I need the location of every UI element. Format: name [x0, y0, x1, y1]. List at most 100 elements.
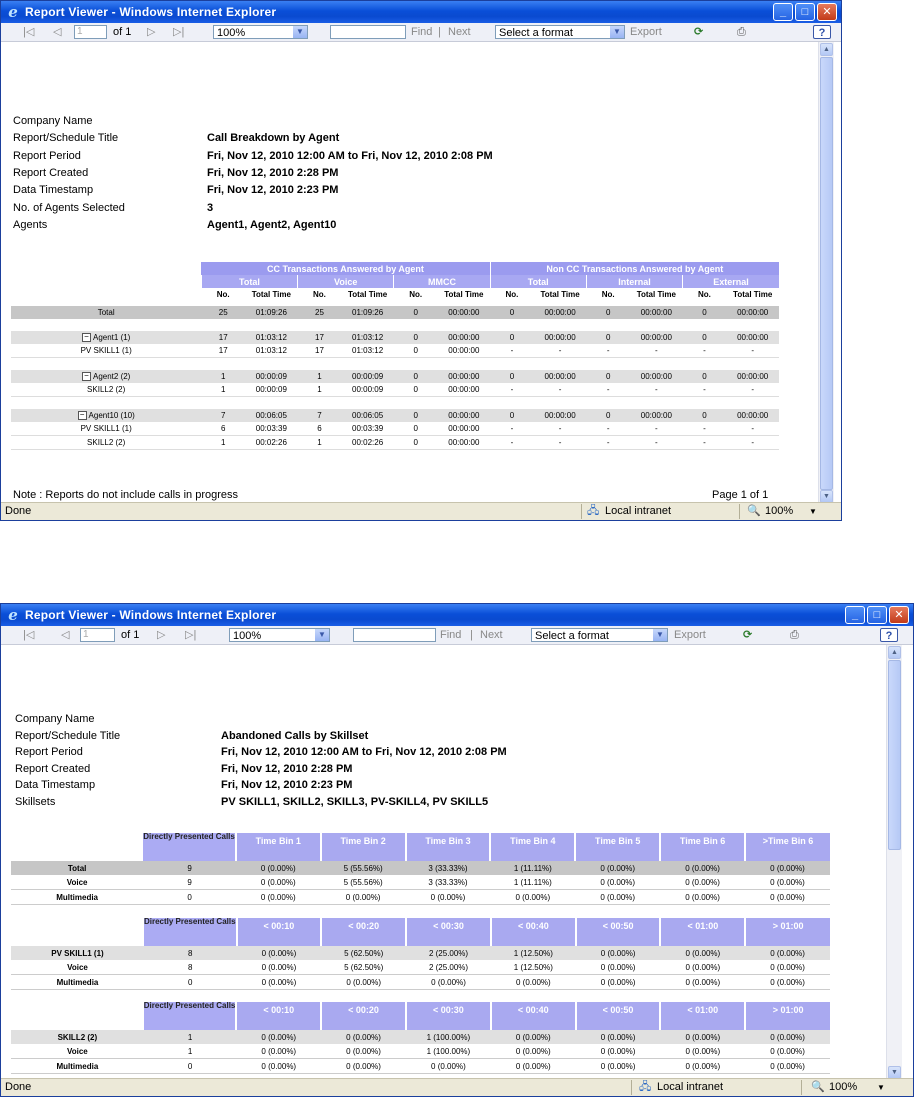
minimize-button[interactable]: _	[773, 3, 793, 21]
vertical-scrollbar[interactable]: ▲ ▼	[818, 42, 834, 504]
table-cell: 0 (0.00%)	[575, 889, 661, 905]
table-cell: 01:03:12	[341, 331, 394, 344]
report-toolbar: |◁ ◁ of 1 ▷ ▷| 100%▼ Find | Next Select …	[1, 626, 913, 645]
page-number-input[interactable]	[80, 628, 115, 642]
collapse-icon[interactable]: −	[81, 333, 91, 343]
table-cell: 00:00:09	[341, 370, 394, 383]
help-icon[interactable]: ?	[880, 628, 898, 642]
column-header: Total Time	[733, 290, 773, 299]
table-cell: 0 (0.00%)	[660, 1044, 746, 1059]
export-format-select[interactable]: Select a format ▼	[531, 628, 668, 642]
table-cell: 0	[393, 370, 438, 383]
row-label[interactable]: − Agent1 (1)	[11, 331, 202, 344]
next-link[interactable]: Next	[448, 25, 471, 39]
prev-page-icon[interactable]: ◁	[61, 628, 69, 642]
group-header-non-cc: Non CC Transactions Answered by Agent	[489, 262, 779, 275]
next-link[interactable]: Next	[480, 628, 503, 642]
first-page-icon[interactable]: |◁	[23, 628, 34, 642]
table-cell: 00:00:00	[437, 370, 491, 383]
close-button[interactable]: ✕	[817, 3, 837, 21]
table-cell: 0	[393, 422, 438, 436]
table-cell: 0 (0.00%)	[745, 889, 830, 905]
help-icon[interactable]: ?	[813, 25, 831, 39]
scroll-up-icon[interactable]: ▲	[820, 43, 833, 56]
zoom-icon[interactable]: 🔍	[747, 503, 761, 520]
bin-header: Time Bin 4	[489, 833, 576, 861]
table-cell: 0 (0.00%)	[490, 974, 576, 990]
print-icon[interactable]: ⎙	[790, 628, 799, 642]
export-format-select[interactable]: Select a format ▼	[495, 25, 625, 39]
table-cell: -	[630, 344, 683, 358]
scroll-thumb[interactable]	[820, 57, 833, 490]
row-label[interactable]: − Agent2 (2)	[11, 370, 202, 383]
table-cell: 0 (0.00%)	[660, 1030, 746, 1044]
table-cell: 00:00:00	[437, 331, 491, 344]
next-page-icon[interactable]: ▷	[147, 25, 155, 39]
report-viewer-window-1: e Report Viewer - Windows Internet Explo…	[0, 0, 842, 521]
table-cell: -	[682, 344, 727, 358]
bin-header: Time Bin 2	[319, 833, 406, 861]
row-label: PV SKILL1 (1)	[11, 946, 144, 960]
status-text: Done	[5, 505, 32, 517]
close-button[interactable]: ✕	[889, 606, 909, 624]
dp-cell: 0	[143, 1058, 237, 1074]
table-row: Multimedia 0 0 (0.00%) 0 (0.00%) 0 (0.00%) 0 …	[11, 974, 830, 990]
table-cell: 00:00:00	[533, 306, 587, 319]
export-link[interactable]: Export	[674, 628, 706, 642]
vertical-scrollbar[interactable]: ▲ ▼	[886, 645, 902, 1080]
scroll-thumb[interactable]	[888, 660, 901, 850]
table-cell: 0 (0.00%)	[575, 1044, 661, 1059]
maximize-button[interactable]: □	[795, 3, 815, 21]
prev-page-icon[interactable]: ◁	[53, 25, 61, 39]
find-link[interactable]: Find	[440, 628, 461, 642]
zoom-select[interactable]: 100% ▼	[213, 25, 308, 39]
last-page-icon[interactable]: ▷|	[185, 628, 196, 642]
find-link[interactable]: Find	[411, 25, 432, 39]
table-cell: 0 (0.00%)	[490, 1044, 576, 1059]
table-cell: 17	[201, 344, 246, 358]
dp-cell: 8	[143, 946, 237, 960]
security-zone: Local intranet	[605, 505, 672, 517]
collapse-icon[interactable]: −	[77, 411, 87, 421]
collapse-icon[interactable]: −	[81, 372, 91, 382]
table-cell: 0 (0.00%)	[660, 861, 745, 875]
table-cell: 0	[393, 344, 438, 358]
minimize-button[interactable]: _	[845, 606, 865, 624]
chevron-down-icon[interactable]: ▼	[809, 503, 817, 520]
maximize-button[interactable]: □	[867, 606, 887, 624]
next-page-icon[interactable]: ▷	[157, 628, 165, 642]
table-cell: 0 (0.00%)	[490, 1030, 576, 1044]
directly-presented-header: Directly Presented Calls	[143, 1002, 237, 1030]
export-link[interactable]: Export	[630, 25, 662, 39]
table-cell: 0 (0.00%)	[660, 946, 746, 960]
table-cell: 00:00:09	[245, 370, 298, 383]
status-zoom[interactable]: 100%	[829, 1079, 857, 1096]
title-bar[interactable]: e Report Viewer - Windows Internet Explo…	[1, 604, 913, 626]
zoom-icon[interactable]: 🔍	[811, 1079, 825, 1096]
sub-header: Internal	[585, 275, 683, 288]
table-cell: 00:02:26	[245, 435, 298, 450]
find-input[interactable]	[353, 628, 436, 642]
chevron-down-icon[interactable]: ▼	[877, 1079, 885, 1096]
status-zoom[interactable]: 100%	[765, 503, 793, 520]
first-page-icon[interactable]: |◁	[23, 25, 34, 39]
table-cell: 0 (0.00%)	[236, 974, 322, 990]
zoom-select[interactable]: 100% ▼	[229, 628, 330, 642]
refresh-icon[interactable]: ⟳	[743, 628, 752, 642]
table-cell: -	[682, 435, 727, 450]
page-number-input[interactable]	[74, 25, 107, 39]
report-body: Company Name Report/Schedule Title Abando…	[1, 645, 884, 1080]
title-bar[interactable]: e Report Viewer - Windows Internet Explo…	[1, 1, 841, 23]
table-cell: 0 (0.00%)	[745, 861, 830, 875]
table-cell: 0	[393, 409, 438, 422]
table-cell: 1	[201, 383, 246, 397]
refresh-icon[interactable]: ⟳	[694, 25, 703, 39]
row-label[interactable]: − Agent10 (10)	[11, 409, 202, 422]
last-page-icon[interactable]: ▷|	[173, 25, 184, 39]
table-cell: 0	[490, 331, 534, 344]
find-input[interactable]	[330, 25, 406, 39]
scroll-up-icon[interactable]: ▲	[888, 646, 901, 659]
table-cell: -	[682, 422, 727, 436]
print-icon[interactable]: ⎙	[737, 25, 746, 39]
status-text: Done	[5, 1081, 32, 1093]
